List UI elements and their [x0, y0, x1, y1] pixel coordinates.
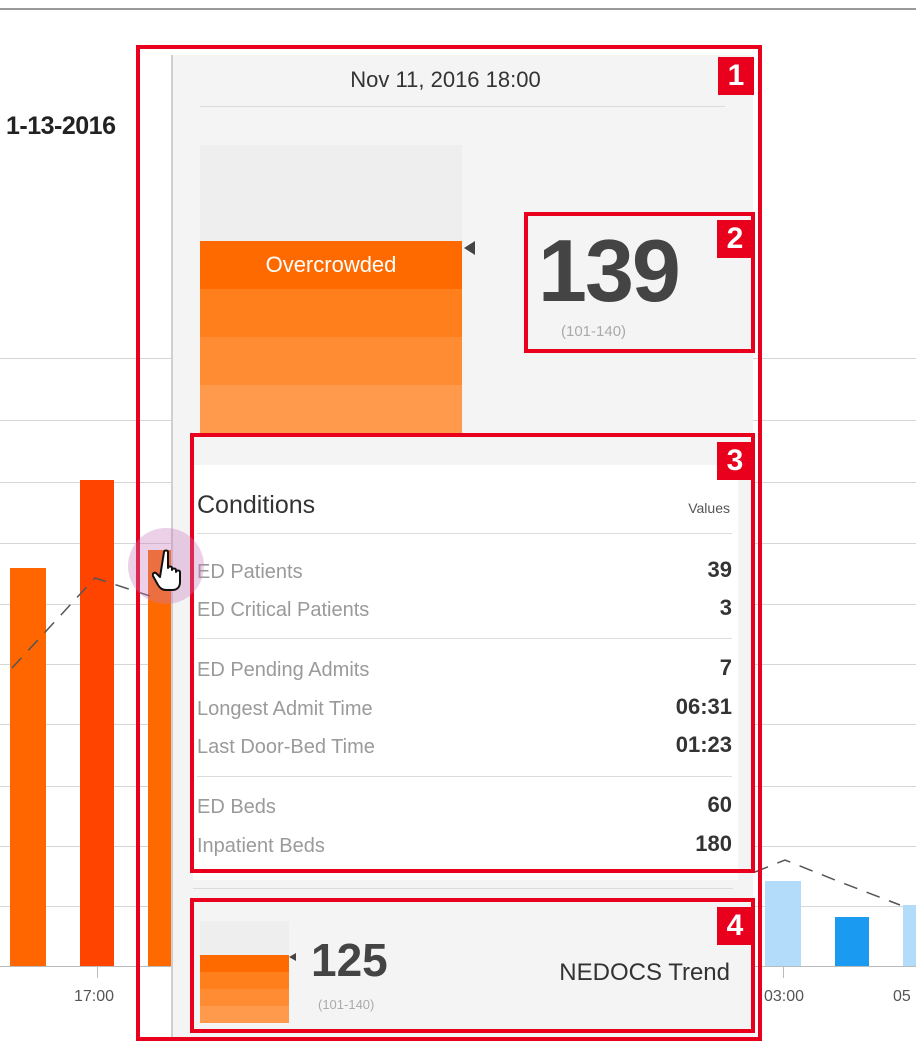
x-tick-label: 05 — [893, 988, 911, 1005]
annotation-badge: 3 — [717, 442, 753, 480]
annotation-box-4 — [190, 898, 755, 1033]
annotation-box-3 — [190, 433, 755, 873]
annotation-badge: 1 — [718, 57, 754, 95]
annotation-badge: 4 — [717, 907, 753, 945]
hand-pointer-icon — [152, 549, 181, 591]
x-tick-label: 17:00 — [74, 988, 115, 1005]
x-tick — [783, 966, 784, 978]
annotation-badge: 2 — [717, 220, 753, 258]
x-tick — [97, 966, 98, 978]
x-tick-label: 03:00 — [764, 988, 805, 1005]
